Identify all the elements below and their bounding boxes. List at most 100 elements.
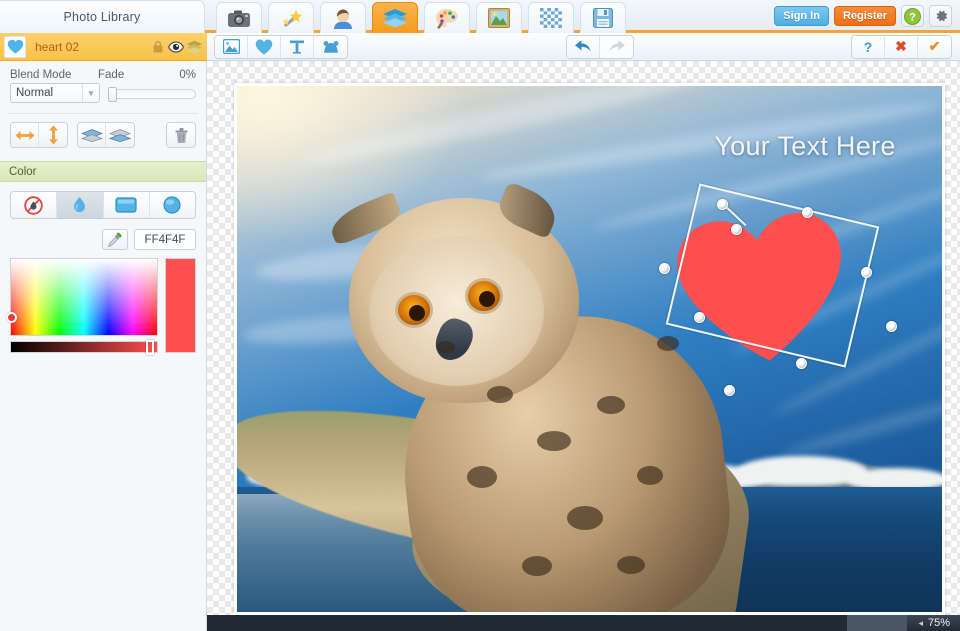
- owl-eye-left: [395, 292, 433, 328]
- palette-icon: [435, 8, 459, 29]
- selected-layer-row[interactable]: heart 02: [0, 33, 207, 61]
- status-bar: ◂ 75%: [207, 615, 960, 631]
- photo-image: Your Text Here: [237, 86, 942, 612]
- color-mode-solid[interactable]: [57, 192, 103, 218]
- tab-camera[interactable]: [216, 2, 262, 33]
- redo-button[interactable]: [600, 36, 633, 58]
- tab-paint[interactable]: [424, 2, 470, 33]
- color-mode-group: [10, 191, 196, 219]
- sign-in-button[interactable]: Sign In: [774, 6, 829, 26]
- tab-photo-library-label: Photo Library: [64, 10, 141, 24]
- handle-middle-right[interactable]: [886, 321, 897, 332]
- layer-type-icon: [185, 40, 203, 54]
- gear-icon: [933, 8, 949, 24]
- delete-group: [166, 122, 196, 148]
- add-text-button[interactable]: [281, 36, 314, 58]
- bring-forward-button[interactable]: [78, 123, 106, 147]
- heart-icon: [7, 39, 24, 54]
- photo-frame: Your Text Here: [234, 83, 945, 615]
- saturation-value-area[interactable]: [10, 258, 158, 336]
- add-sticker-button[interactable]: [314, 36, 347, 58]
- tab-photo-library[interactable]: Photo Library: [0, 0, 205, 33]
- layer-lock-toggle[interactable]: [149, 40, 167, 53]
- color-preview-swatch: [165, 258, 196, 353]
- handle-middle-left[interactable]: [659, 263, 670, 274]
- tab-frames[interactable]: [476, 2, 522, 33]
- fade-slider-knob[interactable]: [108, 87, 117, 102]
- hex-color-input[interactable]: FF4F4F: [134, 229, 196, 250]
- owl-feather-speck: [567, 506, 603, 530]
- delete-layer-button[interactable]: [167, 123, 195, 147]
- brightness-bar[interactable]: [10, 341, 158, 353]
- text-overlay[interactable]: Your Text Here: [685, 131, 925, 162]
- fade-slider[interactable]: [108, 87, 196, 100]
- cancel-button[interactable]: ✖: [885, 36, 918, 58]
- chevron-down-icon: ▼: [82, 84, 99, 102]
- settings-button[interactable]: [929, 5, 952, 27]
- handle-top-center[interactable]: [802, 207, 813, 218]
- layer-thumbnail: [4, 36, 26, 58]
- apply-button[interactable]: ✔: [918, 36, 951, 58]
- lock-icon: [152, 40, 164, 53]
- handle-top-left[interactable]: [731, 224, 742, 235]
- sidebar-bottom-fill: [0, 615, 207, 631]
- help-button[interactable]: ?: [901, 5, 924, 27]
- flip-vertical-button[interactable]: [39, 123, 67, 147]
- owl-pupil: [479, 291, 495, 307]
- heart-shape-icon: [255, 39, 273, 55]
- object-help-button[interactable]: ?: [852, 36, 885, 58]
- undo-button[interactable]: [567, 36, 600, 58]
- handle-bottom-center[interactable]: [796, 358, 807, 369]
- color-mode-none[interactable]: [11, 192, 57, 218]
- owl-pupil: [409, 305, 425, 321]
- layer-actions-row: [0, 114, 206, 148]
- history-group: [566, 35, 634, 59]
- send-backward-button[interactable]: [106, 123, 134, 147]
- top-toolbar: Photo Library: [0, 0, 960, 33]
- eye-icon: [168, 41, 184, 53]
- rotate-handle[interactable]: [717, 199, 728, 210]
- checkerboard-texture-icon: [540, 8, 562, 28]
- register-button[interactable]: Register: [834, 6, 896, 26]
- tab-portrait[interactable]: [320, 2, 366, 33]
- floppy-save-icon: [593, 8, 613, 28]
- trash-icon: [174, 127, 189, 144]
- color-mode-rectangle[interactable]: [104, 192, 150, 218]
- tab-layers[interactable]: [372, 2, 418, 33]
- eyedropper-button[interactable]: [102, 229, 128, 250]
- layer-name-label: heart 02: [35, 40, 149, 54]
- tab-effects[interactable]: [268, 2, 314, 33]
- layers-icon: [382, 8, 408, 28]
- color-mode-circle[interactable]: [150, 192, 195, 218]
- add-shape-button[interactable]: [248, 36, 281, 58]
- flip-group: [10, 122, 68, 148]
- portrait-icon: [332, 8, 354, 29]
- help-circle-icon: ?: [904, 8, 921, 25]
- flip-horizontal-icon: [15, 128, 35, 143]
- fade-slider-track: [108, 89, 196, 99]
- blend-fade-labels: Blend Mode Fade 0%: [0, 61, 206, 83]
- photo-editor-app: Photo Library: [0, 0, 960, 631]
- tab-save[interactable]: [580, 2, 626, 33]
- owl-feather-speck: [437, 341, 455, 353]
- tab-texture[interactable]: [528, 2, 574, 33]
- blend-mode-label: Blend Mode: [10, 69, 98, 81]
- flip-horizontal-button[interactable]: [11, 123, 39, 147]
- arrange-group: [77, 122, 135, 148]
- sticker-icon: [322, 39, 340, 55]
- owl-feather-speck: [597, 396, 625, 414]
- brightness-handle[interactable]: [146, 340, 154, 355]
- canvas-area[interactable]: Your Text Here: [207, 61, 960, 615]
- auth-buttons: Sign In Register ?: [774, 5, 952, 27]
- handle-bottom-right[interactable]: [724, 385, 735, 396]
- handle-top-right[interactable]: [861, 267, 872, 278]
- heart-layer[interactable]: [652, 191, 912, 441]
- add-image-button[interactable]: [215, 36, 248, 58]
- zoom-decrease-arrow[interactable]: ◂: [918, 618, 923, 629]
- svg-text:?: ?: [909, 11, 916, 23]
- send-backward-icon: [109, 128, 131, 143]
- blend-mode-select[interactable]: Normal ▼: [10, 83, 100, 103]
- handle-bottom-left[interactable]: [694, 312, 705, 323]
- layer-visibility-toggle[interactable]: [167, 41, 185, 53]
- saturation-handle[interactable]: [6, 312, 17, 323]
